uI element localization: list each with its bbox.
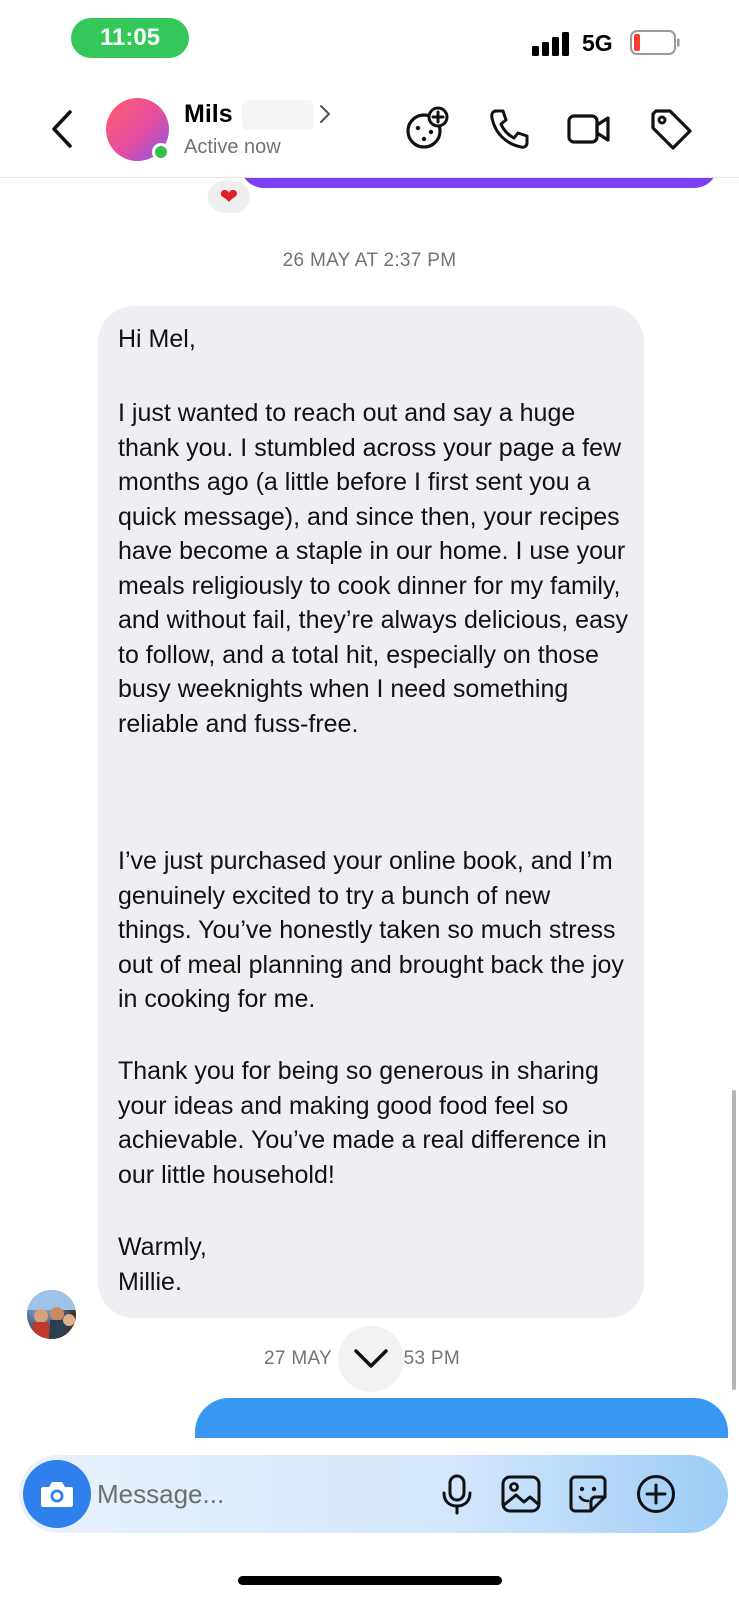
message-greeting: Hi Mel, (118, 325, 196, 353)
camera-icon (41, 1482, 73, 1507)
message-paragraph: Thank you for being so generous in shari… (118, 1057, 607, 1189)
sticker-icon[interactable] (567, 1473, 609, 1515)
scroll-to-bottom-button[interactable] (338, 1326, 404, 1392)
add-plus-icon[interactable] (635, 1473, 677, 1515)
online-status-dot (152, 143, 170, 161)
message-timestamp-left: 27 MAY (264, 1348, 332, 1369)
phone-call-icon[interactable] (486, 106, 532, 152)
heart-reaction[interactable]: ❤ (205, 178, 253, 216)
back-arrow-icon[interactable] (46, 108, 78, 150)
camera-button[interactable] (23, 1460, 91, 1528)
message-timestamp-right: :53 PM (398, 1348, 460, 1369)
previous-sent-message[interactable] (240, 178, 718, 188)
gallery-icon[interactable] (500, 1473, 542, 1515)
chevron-right-icon[interactable] (318, 104, 332, 124)
sender-avatar[interactable] (27, 1290, 76, 1339)
contact-name[interactable]: Mils (184, 100, 233, 129)
add-effect-icon[interactable] (404, 106, 450, 152)
message-input[interactable] (97, 1455, 427, 1533)
message-thread[interactable]: ❤ 26 MAY AT 2:37 PM Hi Mel, I just wante… (0, 178, 739, 1438)
photo-thumbnail (27, 1290, 76, 1339)
blurred-surname (242, 100, 314, 130)
message-timestamp: 26 MAY AT 2:37 PM (282, 250, 457, 271)
message-composer (19, 1455, 728, 1533)
home-indicator[interactable] (238, 1576, 502, 1585)
message-paragraph: I’ve just purchased your online book, an… (118, 847, 624, 1013)
chevron-down-icon (354, 1349, 388, 1368)
sent-message-bubble[interactable] (195, 1398, 728, 1438)
signal-strength-icon (532, 32, 572, 56)
status-time: 11:05 (71, 18, 189, 58)
active-status: Active now (184, 136, 281, 158)
scrollbar[interactable] (732, 1090, 736, 1390)
message-signoff: Warmly, Millie. (118, 1233, 207, 1296)
message-paragraph: I just wanted to reach out and say a hug… (118, 399, 628, 738)
network-type: 5G (582, 30, 613, 56)
chat-header: Mils Active now (0, 80, 739, 178)
video-call-icon[interactable] (566, 106, 612, 152)
battery-icon (630, 30, 680, 55)
tag-icon[interactable] (648, 106, 694, 152)
received-message-bubble[interactable]: Hi Mel, I just wanted to reach out and s… (98, 306, 644, 1318)
status-bar: 11:05 5G (0, 0, 739, 80)
microphone-icon[interactable] (436, 1473, 478, 1515)
